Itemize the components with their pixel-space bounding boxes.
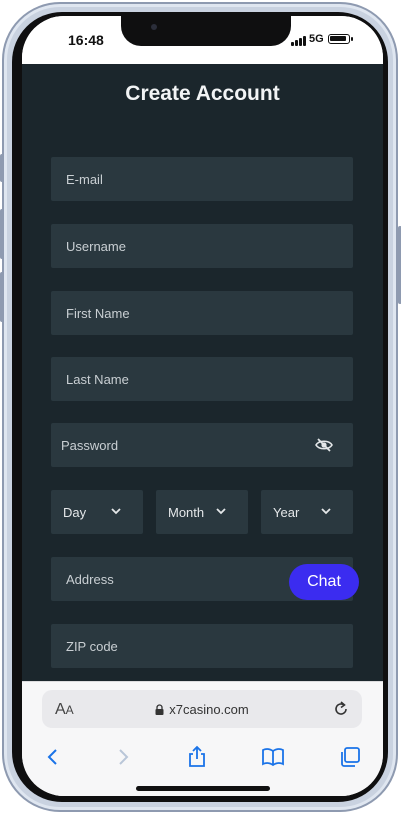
email-field[interactable]: E-mail <box>51 157 353 201</box>
status-time: 16:48 <box>68 32 104 48</box>
chevron-down-icon <box>321 508 331 515</box>
battery-icon <box>328 34 353 44</box>
last-name-placeholder: Last Name <box>66 371 129 387</box>
url-display[interactable]: x7casino.com <box>42 702 362 717</box>
email-placeholder: E-mail <box>66 171 103 187</box>
password-placeholder: Password <box>61 437 119 453</box>
username-field[interactable]: Username <box>51 224 353 268</box>
signup-page: Create Account E-mail Username First Nam… <box>22 64 383 681</box>
status-bar: 16:48 5G <box>22 16 383 64</box>
signal-icon <box>291 36 306 46</box>
browser-toolbar: AA x7casino.com <box>22 681 383 796</box>
eye-slash-icon[interactable] <box>315 437 333 453</box>
reload-icon[interactable] <box>332 700 350 718</box>
chevron-down-icon <box>111 508 121 515</box>
username-placeholder: Username <box>66 238 126 254</box>
volume-up-button <box>0 209 4 259</box>
first-name-field[interactable]: First Name <box>51 291 353 335</box>
screen: 16:48 5G Create Account E-mail Username … <box>22 16 383 796</box>
forward-icon[interactable] <box>111 745 135 769</box>
password-field[interactable]: Password <box>51 423 353 467</box>
year-label: Year <box>273 504 300 520</box>
bookmarks-icon[interactable] <box>261 745 285 769</box>
last-name-field[interactable]: Last Name <box>51 357 353 401</box>
camera-icon <box>151 24 157 30</box>
chat-button[interactable]: Chat <box>289 564 359 600</box>
home-indicator <box>136 786 270 791</box>
back-icon[interactable] <box>41 745 65 769</box>
year-select[interactable]: Year <box>261 490 353 534</box>
network-label: 5G <box>309 33 324 45</box>
url-text: x7casino.com <box>169 702 249 717</box>
zip-placeholder: ZIP code <box>66 638 118 654</box>
zip-field[interactable]: ZIP code <box>51 624 353 668</box>
lock-icon <box>155 704 164 715</box>
chevron-down-icon <box>216 508 226 515</box>
share-icon[interactable] <box>185 745 209 769</box>
day-label: Day <box>63 504 87 520</box>
address-bar[interactable]: AA x7casino.com <box>42 690 362 728</box>
day-select[interactable]: Day <box>51 490 143 534</box>
tabs-icon[interactable] <box>338 745 362 769</box>
address-placeholder: Address <box>66 571 114 587</box>
first-name-placeholder: First Name <box>66 305 130 321</box>
month-label: Month <box>168 504 205 520</box>
notch <box>121 16 291 46</box>
month-select[interactable]: Month <box>156 490 248 534</box>
mute-switch <box>0 154 4 182</box>
volume-down-button <box>0 272 4 322</box>
page-title: Create Account <box>125 82 280 105</box>
